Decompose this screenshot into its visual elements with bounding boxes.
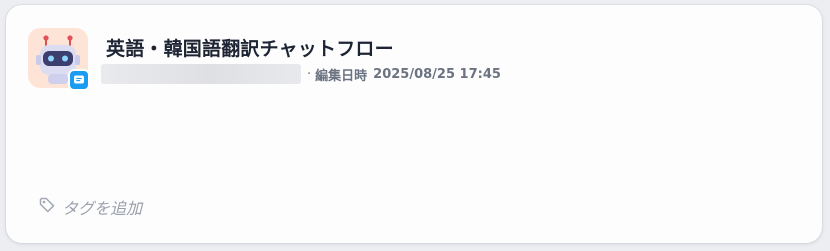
app-icon-wrap	[28, 28, 92, 92]
tag-icon	[38, 196, 56, 218]
edited-time: 2025/08/25 17:45	[373, 66, 501, 82]
meta-row: · 編集日時 2025/08/25 17:45	[101, 63, 501, 85]
app-title[interactable]: 英語・韓国語翻訳チャットフロー	[106, 34, 394, 61]
app-card[interactable]: 英語・韓国語翻訳チャットフロー · 編集日時 2025/08/25 17:45 …	[6, 5, 822, 243]
edited-label: 編集日時	[315, 68, 368, 84]
author-name-redacted	[101, 64, 301, 84]
add-tag-label: タグを追加	[62, 199, 143, 218]
meta-separator: ·	[307, 66, 312, 82]
add-tag-button[interactable]: タグを追加	[38, 195, 142, 219]
chat-bubble-icon	[68, 69, 90, 91]
